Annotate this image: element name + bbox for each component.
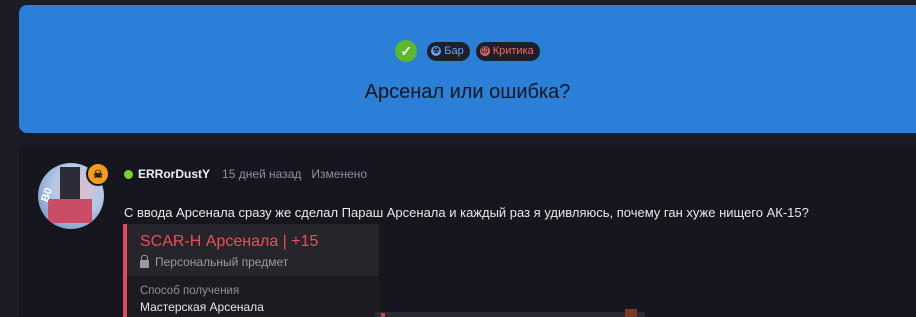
obtain-value: Мастерская Арсенала bbox=[140, 300, 264, 314]
post-text: С ввода Арсенала сразу же сделал Параш А… bbox=[124, 205, 809, 220]
avatar-figure-body bbox=[48, 199, 92, 223]
item-subtitle: Персональный предмет bbox=[155, 255, 289, 269]
image-fragment-accent bbox=[625, 309, 637, 317]
tag-bug[interactable]: ☢ Бар bbox=[427, 41, 470, 61]
skull-icon: ☠ bbox=[86, 162, 110, 186]
item-name: SCAR-H Арсенала | +15 bbox=[140, 233, 319, 250]
image-fragment bbox=[375, 312, 645, 317]
topic-title: Арсенал или ошибка? bbox=[364, 81, 571, 103]
topic-header: ✓ ☢ Бар ☹ Критика Арсенал или ошибка? bbox=[19, 5, 916, 133]
topic-tags: ✓ ☢ Бар ☹ Критика bbox=[19, 40, 916, 62]
post-time[interactable]: 15 дней назад bbox=[222, 167, 301, 181]
tag-label: Бар bbox=[444, 45, 464, 57]
post-meta: ERRorDustY 15 дней назад Изменено bbox=[124, 167, 367, 181]
image-fragment-accent bbox=[381, 313, 385, 317]
item-card: SCAR-H Арсенала | +15 Персональный предм… bbox=[123, 224, 379, 317]
author-name[interactable]: ERRorDustY bbox=[138, 167, 210, 181]
item-card-header: SCAR-H Арсенала | +15 Персональный предм… bbox=[127, 224, 379, 276]
check-icon: ✓ bbox=[395, 40, 418, 62]
sad-face-icon: ☹ bbox=[479, 46, 490, 56]
radiation-icon: ☢ bbox=[431, 46, 442, 56]
obtain-label: Способ получения bbox=[140, 285, 240, 297]
tag-critique[interactable]: ☹ Критика bbox=[475, 41, 540, 61]
online-status-icon bbox=[124, 169, 133, 179]
lock-icon bbox=[140, 254, 149, 268]
tag-label: Критика bbox=[492, 45, 534, 57]
edited-label[interactable]: Изменено bbox=[311, 167, 367, 181]
item-subtitle-row: Персональный предмет bbox=[140, 254, 289, 269]
